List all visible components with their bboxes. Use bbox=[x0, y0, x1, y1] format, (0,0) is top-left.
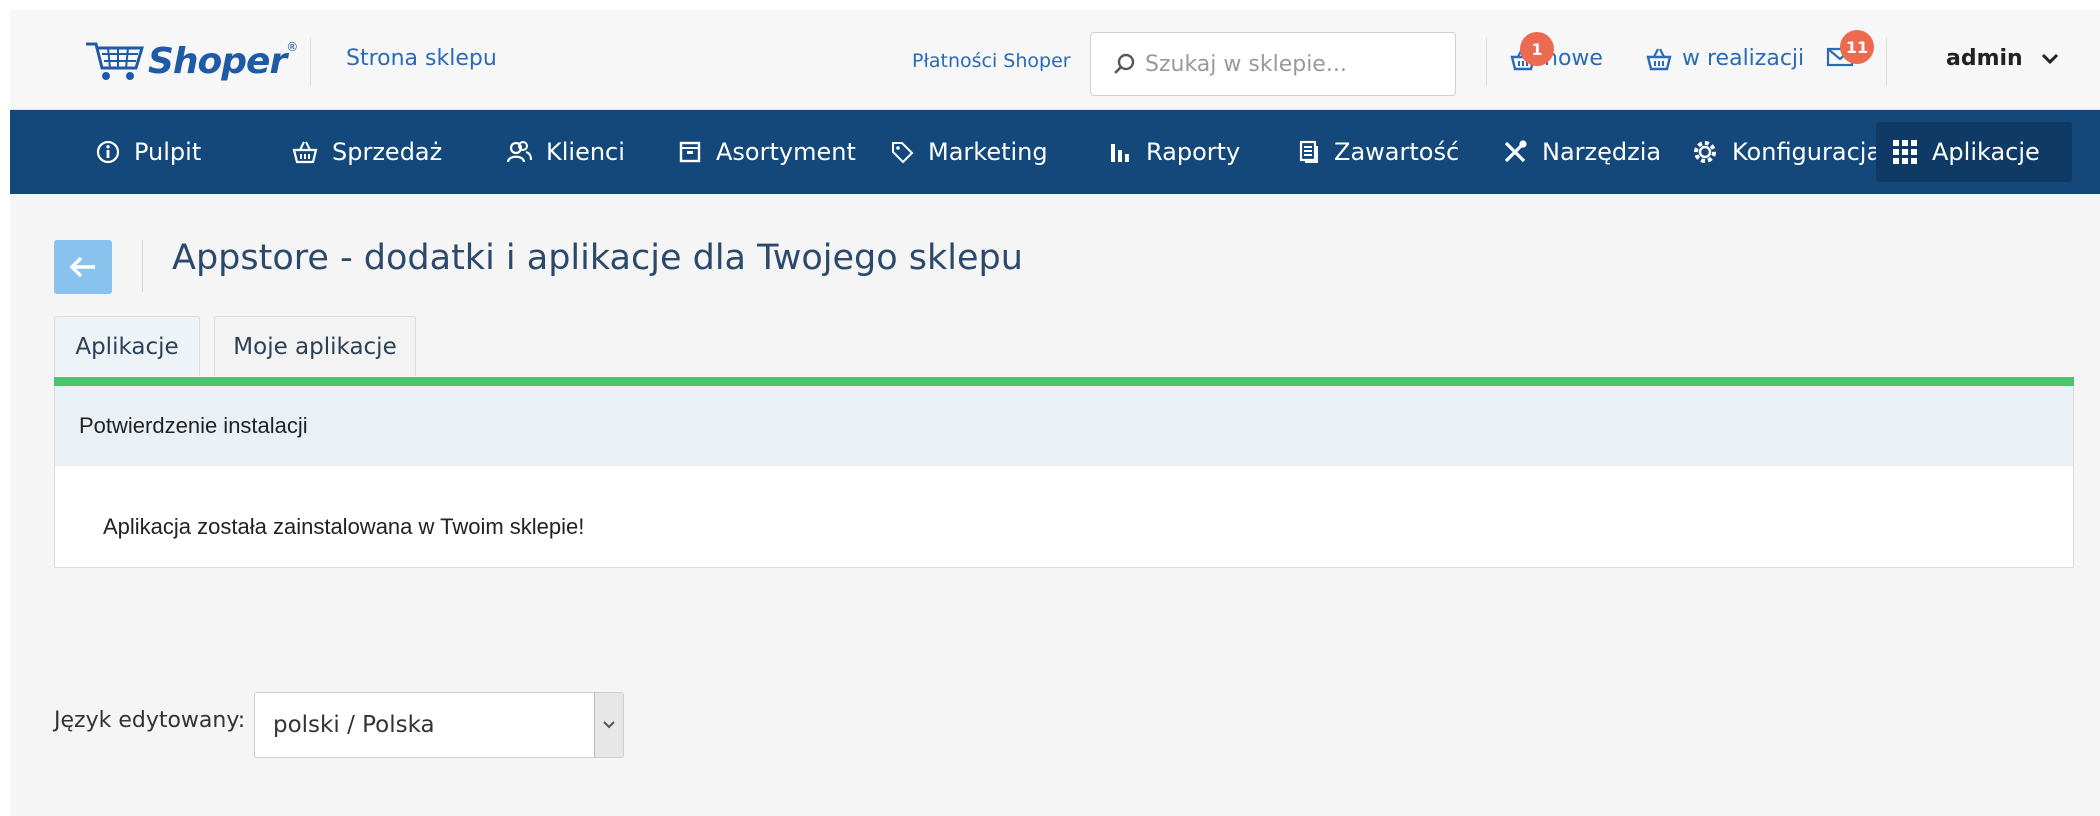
top-header: Shoper ® Strona sklepu Płatności Shoper … bbox=[10, 10, 2100, 110]
nav-item-label: Asortyment bbox=[716, 138, 856, 166]
back-button[interactable] bbox=[54, 240, 112, 294]
nav-item-label: Klienci bbox=[546, 138, 625, 166]
orders-new-badge: 1 bbox=[1520, 32, 1554, 66]
box-icon bbox=[679, 141, 701, 163]
language-label: Język edytowany: bbox=[54, 708, 246, 733]
shoper-logo[interactable]: Shoper ® bbox=[84, 34, 298, 88]
search-box[interactable] bbox=[1090, 32, 1456, 96]
orders-in-progress-label: w realizacji bbox=[1682, 46, 1805, 71]
grid-icon bbox=[1893, 140, 1917, 164]
language-select[interactable]: polski / Polska bbox=[254, 692, 624, 758]
tag-icon bbox=[892, 142, 914, 164]
users-icon bbox=[506, 141, 532, 163]
messages-badge: 11 bbox=[1840, 30, 1874, 64]
nav-item-label: Aplikacje bbox=[1932, 138, 2040, 166]
panel-message: Aplikacja została zainstalowana w Twoim … bbox=[103, 514, 585, 539]
store-link[interactable]: Strona sklepu bbox=[346, 46, 497, 71]
basket-icon bbox=[292, 141, 318, 164]
payments-link[interactable]: Płatności Shoper bbox=[912, 50, 1071, 72]
window-frame-left bbox=[0, 0, 10, 816]
info-circle-icon bbox=[96, 140, 120, 164]
nav-item-aplikacje[interactable]: Aplikacje bbox=[1876, 122, 2072, 182]
orders-new-link[interactable]: nowe 1 bbox=[1510, 32, 1603, 71]
nav-item-narzedzia[interactable]: Narzędzia bbox=[1486, 122, 1677, 182]
arrow-left-icon bbox=[69, 256, 95, 278]
chevron-down-icon bbox=[2041, 53, 2058, 64]
basket-icon bbox=[1646, 48, 1672, 70]
tab-aplikacje[interactable]: Aplikacje bbox=[54, 316, 200, 376]
tools-icon bbox=[1504, 140, 1527, 163]
divider bbox=[1486, 38, 1487, 86]
page-title: Appstore - dodatki i aplikacje dla Twoje… bbox=[172, 238, 1023, 278]
nav-item-raporty[interactable]: Raporty bbox=[1092, 122, 1256, 182]
nav-item-label: Pulpit bbox=[134, 138, 202, 166]
divider bbox=[310, 38, 311, 86]
orders-in-progress-link[interactable]: w realizacji bbox=[1646, 46, 1804, 71]
divider bbox=[142, 240, 143, 292]
divider bbox=[1886, 38, 1887, 86]
nav-item-asortyment[interactable]: Asortyment bbox=[662, 122, 872, 182]
document-icon bbox=[1299, 140, 1318, 163]
nav-item-pulpit[interactable]: Pulpit bbox=[80, 122, 217, 182]
logo-registered-mark: ® bbox=[286, 40, 299, 54]
install-confirmation-panel: Potwierdzenie instalacji Aplikacja zosta… bbox=[54, 386, 2074, 568]
main-nav: Pulpit Sprzedaż Klienci Asortyment Marke… bbox=[10, 110, 2100, 194]
search-input[interactable] bbox=[1143, 50, 1447, 78]
language-selected-value: polski / Polska bbox=[273, 712, 435, 738]
nav-item-zawartosc[interactable]: Zawartość bbox=[1282, 122, 1475, 182]
nav-item-marketing[interactable]: Marketing bbox=[874, 122, 1064, 182]
messages-link[interactable]: 11 bbox=[1826, 30, 1874, 68]
chevron-down-icon bbox=[603, 721, 615, 729]
bar-chart-icon bbox=[1111, 144, 1129, 162]
select-arrow[interactable] bbox=[594, 693, 623, 757]
panel-title: Potwierdzenie instalacji bbox=[55, 386, 2073, 466]
search-icon bbox=[1114, 53, 1135, 74]
nav-item-label: Sprzedaż bbox=[332, 138, 443, 166]
user-name: admin bbox=[1946, 46, 2023, 71]
user-menu[interactable]: admin bbox=[1946, 46, 2059, 71]
nav-item-label: Narzędzia bbox=[1542, 138, 1662, 166]
logo-text: Shoper bbox=[148, 40, 287, 82]
nav-item-sprzedaz[interactable]: Sprzedaż bbox=[276, 122, 458, 182]
tab-moje-aplikacje[interactable]: Moje aplikacje bbox=[214, 316, 416, 376]
nav-item-label: Raporty bbox=[1146, 138, 1241, 166]
gear-icon bbox=[1694, 141, 1716, 163]
cart-logo-icon bbox=[86, 42, 144, 80]
nav-item-konfiguracja[interactable]: Konfiguracja bbox=[1676, 122, 1897, 182]
nav-item-label: Marketing bbox=[928, 138, 1048, 166]
nav-item-label: Zawartość bbox=[1334, 138, 1460, 166]
nav-item-label: Konfiguracja bbox=[1732, 138, 1882, 166]
window-frame-top bbox=[0, 0, 2100, 10]
success-rule bbox=[54, 377, 2074, 386]
nav-item-klienci[interactable]: Klienci bbox=[490, 122, 641, 182]
